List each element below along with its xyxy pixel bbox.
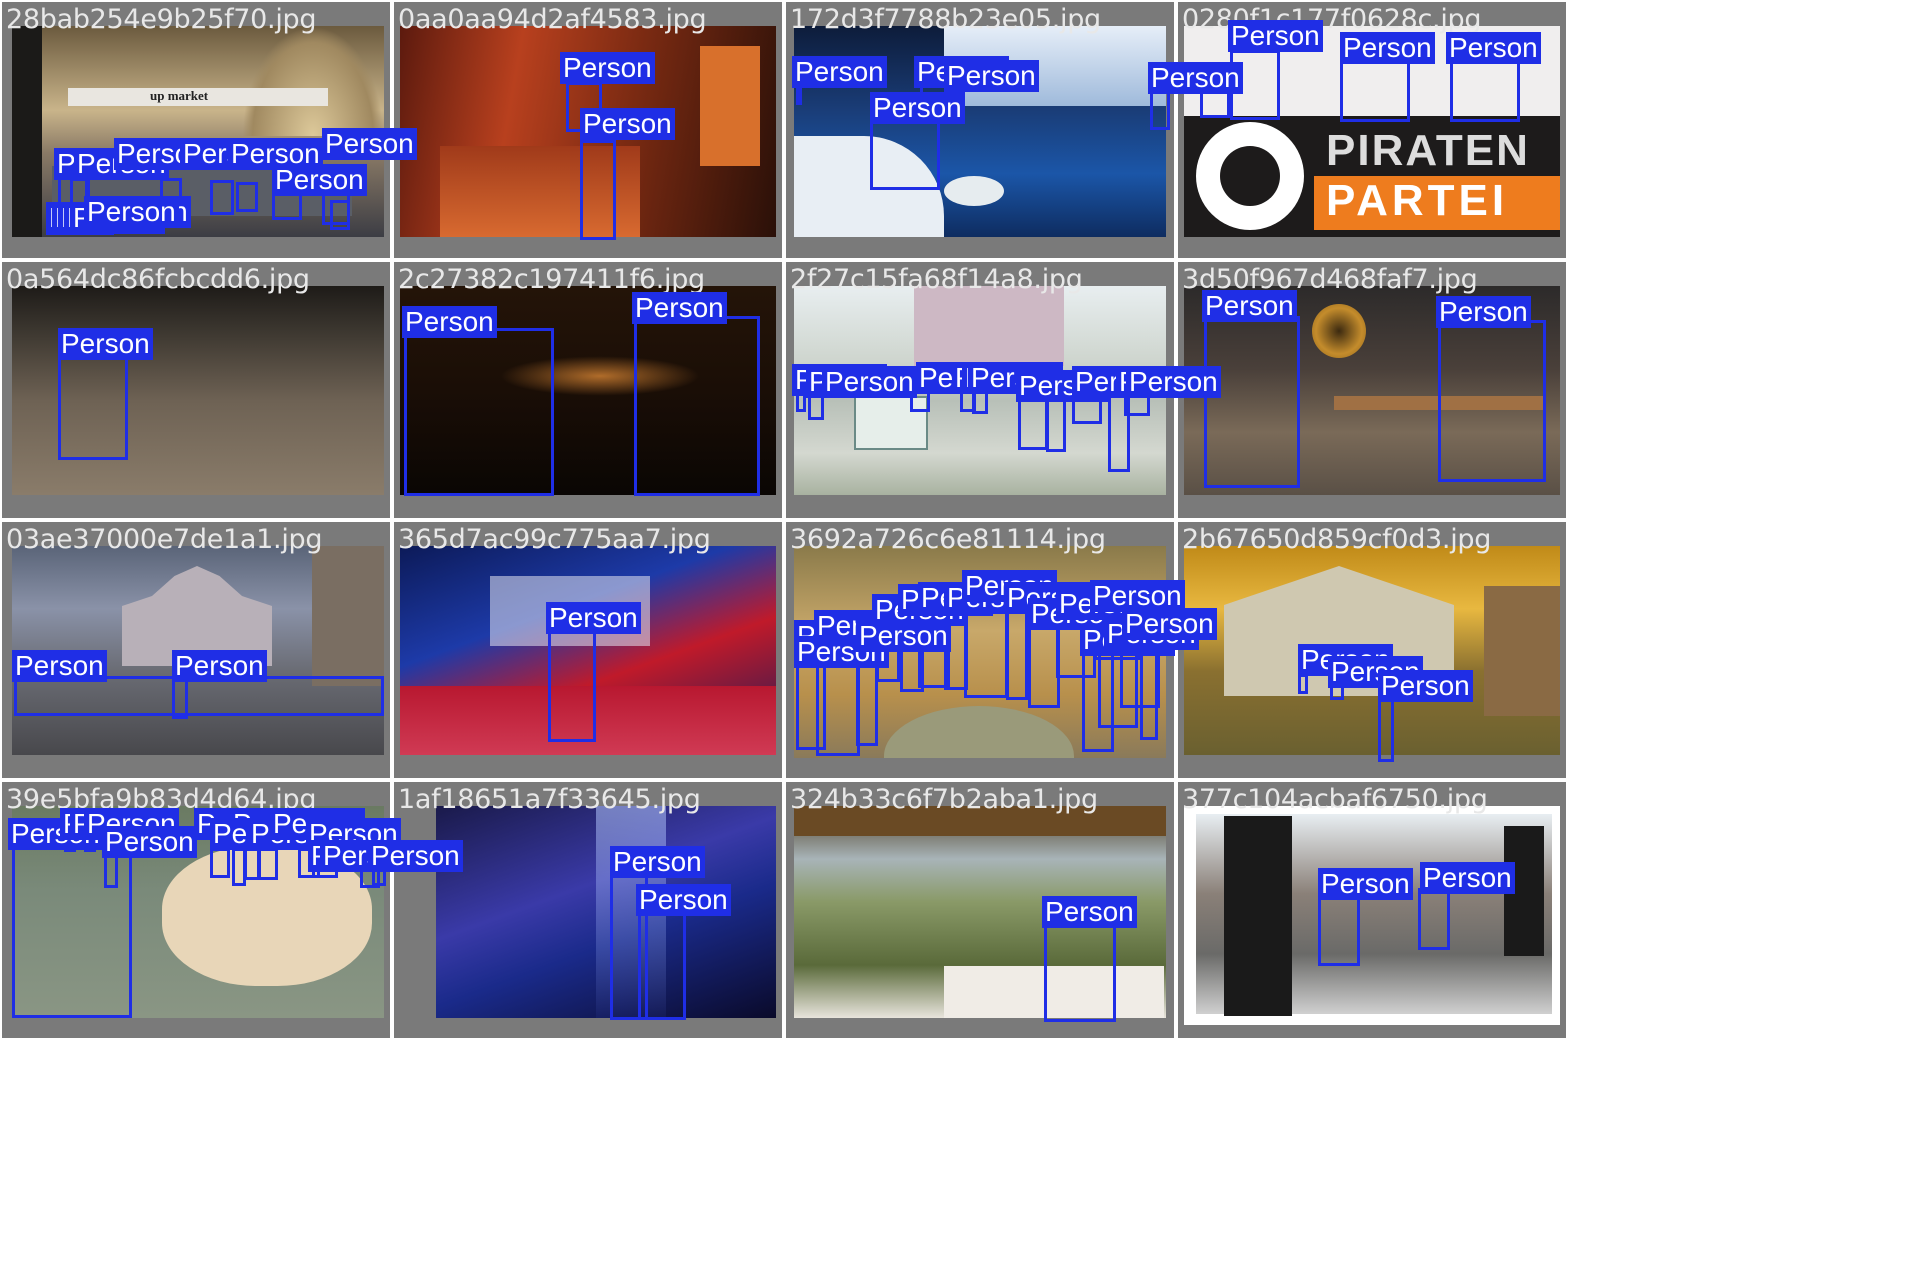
speaker-left (1224, 816, 1292, 1016)
banner-text-bottom: PARTEI (1326, 176, 1509, 225)
filename-label: 28bab254e9b25f70.jpg (6, 4, 317, 35)
left-pillar (12, 26, 42, 237)
class-label: Person (322, 128, 417, 160)
class-label: Person (1042, 896, 1137, 928)
filename-label: 2b67650d859cf0d3.jpg (1182, 524, 1492, 555)
class-label: Person (636, 884, 731, 916)
filename-label: 172d3f7788b23e05.jpg (790, 4, 1101, 35)
filename-label: 377c104acbaf6750.jpg (1182, 784, 1488, 815)
stone-wall (1484, 586, 1560, 716)
class-label: Person (1436, 296, 1531, 328)
bounding-box[interactable] (210, 848, 230, 878)
class-label: Person (272, 164, 367, 196)
building (914, 286, 1064, 366)
filename-label: 0a564dc86fcbcdd6.jpg (6, 264, 310, 295)
photo (1184, 806, 1560, 1025)
ceiling-arch (242, 26, 384, 136)
display-case (700, 46, 760, 166)
bounding-box[interactable] (638, 912, 686, 1020)
class-label: Person (560, 52, 655, 84)
class-label: Person (368, 840, 463, 872)
class-label: Person (102, 826, 197, 858)
bounding-box[interactable] (1298, 674, 1308, 694)
class-label: Person (172, 650, 267, 682)
filename-label: 365d7ac99c775aa7.jpg (398, 524, 711, 555)
class-label: Person (1340, 32, 1435, 64)
class-label: Person (84, 196, 179, 228)
class-label: Person (610, 846, 705, 878)
bounding-box[interactable] (1046, 398, 1066, 452)
gramophone (1312, 304, 1366, 358)
bounding-box[interactable] (58, 352, 128, 460)
filename-label: 324b33c6f7b2aba1.jpg (790, 784, 1098, 815)
bounding-box[interactable] (796, 85, 802, 105)
class-label: Person (1122, 608, 1217, 640)
class-label: Person (792, 56, 887, 88)
class-label: Person (1148, 62, 1243, 94)
class-label: Person (822, 366, 917, 398)
filename-label: 1af18651a7f33645.jpg (398, 784, 701, 815)
right-building (312, 546, 384, 686)
class-label: Person (944, 60, 1039, 92)
class-label: Person (1228, 20, 1323, 52)
bounding-box[interactable] (330, 200, 350, 230)
class-label: Person (1420, 862, 1515, 894)
fresco-arch (884, 706, 1074, 758)
image-tile[interactable]: 377c104acbaf6750.jpg (1178, 782, 1566, 1038)
class-label: Person (402, 306, 497, 338)
bounding-box[interactable] (634, 316, 760, 496)
filename-label: 0aa0aa94d2af4583.jpg (398, 4, 707, 35)
bounding-box[interactable] (1018, 394, 1048, 450)
class-label: Person (1202, 290, 1297, 322)
class-label: Person (580, 108, 675, 140)
bounding-box[interactable] (210, 180, 234, 215)
bounding-box[interactable] (548, 630, 596, 742)
filename-label: 0280f1c177f0628c.jpg (1182, 4, 1482, 35)
pirate-logo-inner (1220, 146, 1280, 206)
bounding-box[interactable] (1450, 60, 1520, 122)
class-label: Person (632, 292, 727, 324)
beluga (944, 176, 1004, 206)
bounding-box[interactable] (236, 182, 258, 212)
class-label: Person (1126, 366, 1221, 398)
bounding-box[interactable] (404, 328, 554, 496)
bounding-box[interactable] (1006, 600, 1028, 700)
bounding-box[interactable] (580, 140, 616, 240)
filename-label: 03ae37000e7de1a1.jpg (6, 524, 323, 555)
filename-label: 2c27382c197411f6.jpg (398, 264, 705, 295)
bounding-box[interactable] (1204, 316, 1300, 488)
bounding-box[interactable] (1318, 894, 1360, 966)
bounding-box[interactable] (1378, 696, 1394, 762)
image-tile[interactable]: 172d3f7788b23e05.jpg (786, 2, 1174, 258)
sign-text: up market (150, 88, 209, 103)
filename-label: 3692a726c6e81114.jpg (790, 524, 1106, 555)
class-label: Person (12, 650, 107, 682)
class-label: Person (546, 602, 641, 634)
bounding-box[interactable] (1438, 320, 1546, 482)
bounding-box[interactable] (1418, 888, 1450, 950)
bounding-box[interactable] (1044, 920, 1116, 1022)
class-label: Person (870, 92, 965, 124)
class-label: Person (58, 328, 153, 360)
class-label: Person (1378, 670, 1473, 702)
bounding-box[interactable] (870, 118, 940, 190)
filename-label: 2f27c15fa68f14a8.jpg (790, 264, 1083, 295)
class-label: Person (1446, 32, 1541, 64)
class-label: Person (1318, 868, 1413, 900)
bounding-box[interactable] (1340, 60, 1410, 122)
bounding-box[interactable] (1150, 90, 1170, 130)
bounding-box[interactable] (258, 848, 278, 880)
bounding-box[interactable] (14, 676, 384, 716)
banner-text-top: PIRATEN (1326, 126, 1530, 175)
